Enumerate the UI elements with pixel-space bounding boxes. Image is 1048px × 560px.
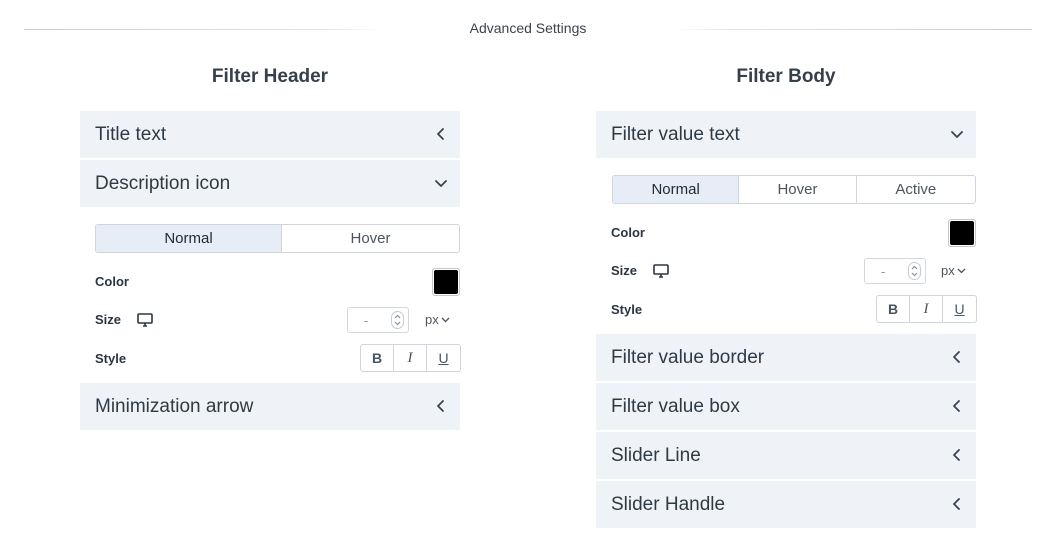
filter-header-title: Filter Header bbox=[211, 66, 329, 87]
state-tabs: Normal Hover bbox=[95, 224, 460, 253]
tab-hover[interactable]: Hover bbox=[282, 225, 459, 252]
accordion-slider-handle[interactable]: Slider Handle bbox=[596, 481, 976, 528]
filter-header-column: Filter Header Title text Description ico… bbox=[80, 66, 461, 432]
size-value: - bbox=[364, 313, 369, 328]
chevron-down-icon bbox=[948, 125, 966, 143]
color-swatch[interactable] bbox=[432, 268, 460, 296]
size-label: Size bbox=[95, 312, 122, 327]
bold-button[interactable]: B bbox=[361, 345, 394, 371]
filter-body-column: Filter Body Filter value text Normal Hov… bbox=[596, 66, 977, 530]
accordion-label: Description icon bbox=[95, 173, 231, 194]
chevron-left-icon bbox=[948, 348, 966, 366]
bold-button[interactable]: B bbox=[877, 296, 910, 322]
accordion-label: Title text bbox=[95, 124, 167, 145]
style-buttons: B I U bbox=[876, 295, 977, 323]
advanced-settings-header: Advanced Settings bbox=[24, 18, 1032, 40]
tab-active[interactable]: Active bbox=[857, 176, 975, 203]
size-label: Size bbox=[611, 263, 638, 278]
filter-body-title: Filter Body bbox=[736, 66, 836, 87]
chevron-left-icon bbox=[432, 397, 450, 415]
description-icon-panel: Normal Hover Color Size - px Style B I U bbox=[80, 209, 461, 383]
chevron-left-icon bbox=[948, 495, 966, 513]
tab-normal[interactable]: Normal bbox=[613, 176, 740, 203]
filter-value-text-panel: Normal Hover Active Color Size - px Styl… bbox=[596, 160, 977, 334]
chevron-left-icon bbox=[432, 125, 450, 143]
accordion-description-icon[interactable]: Description icon bbox=[80, 160, 460, 207]
accordion-filter-value-text[interactable]: Filter value text bbox=[596, 111, 976, 158]
chevron-down-icon bbox=[432, 174, 450, 192]
size-value: - bbox=[881, 264, 886, 279]
chevron-left-icon bbox=[948, 397, 966, 415]
size-number-input[interactable]: - bbox=[347, 307, 409, 333]
advanced-settings-title: Advanced Settings bbox=[469, 20, 587, 36]
chevron-left-icon bbox=[948, 446, 966, 464]
accordion-label: Filter value box bbox=[611, 396, 740, 417]
spinner-icon[interactable] bbox=[908, 262, 921, 280]
size-unit-label: px bbox=[941, 263, 955, 278]
spinner-icon[interactable] bbox=[391, 311, 404, 329]
tab-normal[interactable]: Normal bbox=[96, 225, 282, 252]
style-label: Style bbox=[95, 351, 127, 366]
accordion-label: Slider Handle bbox=[611, 494, 726, 515]
accordion-label: Slider Line bbox=[611, 445, 701, 466]
state-tabs: Normal Hover Active bbox=[612, 175, 976, 204]
accordion-minimization-arrow[interactable]: Minimization arrow bbox=[80, 383, 460, 430]
underline-button[interactable]: U bbox=[427, 345, 460, 371]
desktop-monitor-icon[interactable] bbox=[653, 264, 669, 278]
accordion-label: Filter value border bbox=[611, 347, 765, 368]
accordion-title-text[interactable]: Title text bbox=[80, 111, 460, 158]
size-unit-label: px bbox=[425, 312, 439, 327]
style-buttons: B I U bbox=[360, 344, 461, 372]
color-label: Color bbox=[95, 274, 129, 289]
accordion-filter-value-border[interactable]: Filter value border bbox=[596, 334, 976, 381]
chevron-down-icon bbox=[957, 268, 966, 274]
color-fill bbox=[950, 221, 974, 245]
accordion-filter-value-box[interactable]: Filter value box bbox=[596, 383, 976, 430]
tab-hover[interactable]: Hover bbox=[739, 176, 857, 203]
chevron-down-icon bbox=[441, 317, 450, 323]
size-number-input[interactable]: - bbox=[864, 258, 926, 284]
size-unit-dropdown[interactable]: px bbox=[941, 263, 966, 278]
color-swatch[interactable] bbox=[948, 219, 976, 247]
accordion-slider-line[interactable]: Slider Line bbox=[596, 432, 976, 479]
color-label: Color bbox=[611, 225, 645, 240]
style-label: Style bbox=[611, 302, 643, 317]
color-fill bbox=[434, 270, 458, 294]
accordion-label: Filter value text bbox=[611, 124, 740, 145]
italic-button[interactable]: I bbox=[394, 345, 427, 371]
divider-right bbox=[672, 29, 1032, 30]
underline-button[interactable]: U bbox=[943, 296, 976, 322]
size-unit-dropdown[interactable]: px bbox=[425, 312, 450, 327]
desktop-monitor-icon[interactable] bbox=[137, 313, 153, 327]
accordion-label: Minimization arrow bbox=[95, 396, 254, 417]
italic-button[interactable]: I bbox=[910, 296, 943, 322]
